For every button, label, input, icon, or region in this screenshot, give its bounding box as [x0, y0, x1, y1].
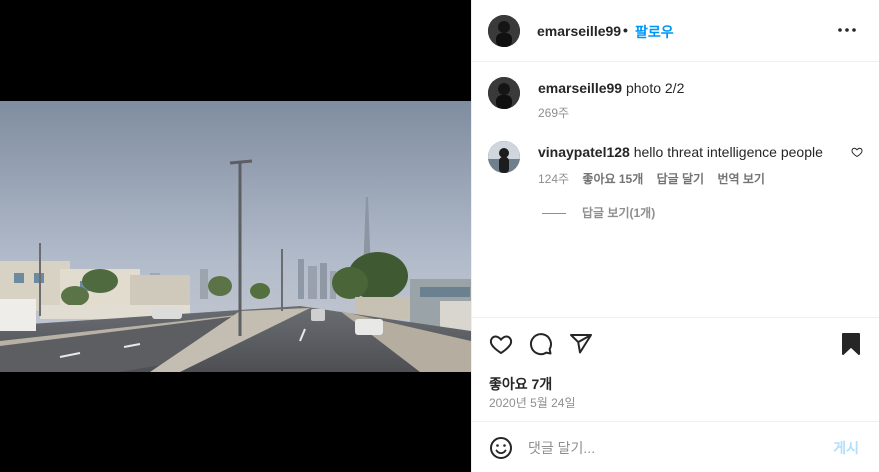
replies-divider-line [542, 213, 566, 215]
more-options-icon[interactable] [837, 22, 857, 38]
avatar-image [488, 141, 520, 173]
instagram-post-viewer: emarseille99 • 팔로우 emarseille99 photo 2/… [0, 0, 879, 472]
comment-like-heart-icon[interactable] [851, 146, 863, 158]
post-comment-button[interactable]: 게시 [833, 438, 859, 458]
caption-avatar[interactable] [488, 77, 520, 109]
comment-icon[interactable] [529, 332, 553, 356]
comment-likes[interactable]: 좋아요 15개 [582, 172, 643, 186]
author-avatar[interactable] [488, 15, 520, 47]
separator-dot: • [623, 22, 628, 38]
post-header: emarseille99 • 팔로우 [472, 0, 879, 62]
comments-section: emarseille99 photo 2/2 269주 vinaypatel12… [472, 62, 879, 317]
heart-icon[interactable] [489, 332, 513, 356]
commenter-avatar[interactable] [488, 141, 520, 173]
bookmark-icon[interactable] [839, 332, 863, 356]
post-photo[interactable] [0, 101, 471, 372]
caption-item: emarseille99 photo 2/2 269주 [472, 62, 879, 132]
caption-time[interactable]: 269주 [538, 106, 569, 120]
caption-text-row: emarseille99 photo 2/2 [538, 80, 684, 96]
comment-username[interactable]: vinaypatel128 [538, 144, 630, 160]
avatar-image [488, 77, 520, 109]
author-username[interactable]: emarseille99 [537, 23, 621, 39]
street-scene-image [0, 101, 471, 372]
view-replies-button[interactable]: 답글 보기(1개) [542, 204, 655, 221]
translate-button[interactable]: 번역 보기 [717, 172, 765, 186]
caption-username[interactable]: emarseille99 [538, 80, 622, 96]
post-actions: 좋아요 7개 2020년 5월 24일 [472, 317, 879, 421]
comment-text-row: vinaypatel128 hello threat intelligence … [538, 144, 823, 160]
share-icon[interactable] [569, 332, 593, 356]
comment-input[interactable] [528, 437, 818, 459]
reply-button[interactable]: 답글 달기 [657, 172, 705, 186]
view-replies-label: 답글 보기(1개) [582, 206, 656, 220]
comment-item: vinaypatel128 hello threat intelligence … [472, 126, 879, 296]
comment-time[interactable]: 124주 [538, 172, 569, 186]
follow-button[interactable]: 팔로우 [635, 22, 674, 42]
post-side-panel: emarseille99 • 팔로우 emarseille99 photo 2/… [471, 0, 879, 472]
comment-text: hello threat intelligence people [633, 144, 823, 160]
comment-meta: 124주 좋아요 15개 답글 달기 번역 보기 [538, 170, 775, 187]
media-pane [0, 0, 471, 472]
emoji-icon[interactable] [489, 436, 513, 460]
likes-count[interactable]: 좋아요 7개 [489, 374, 552, 394]
comment-composer: 게시 [472, 421, 879, 472]
post-date[interactable]: 2020년 5월 24일 [489, 394, 576, 411]
avatar-image [488, 15, 520, 47]
caption-meta: 269주 [538, 104, 579, 121]
caption-text: photo 2/2 [625, 80, 685, 96]
